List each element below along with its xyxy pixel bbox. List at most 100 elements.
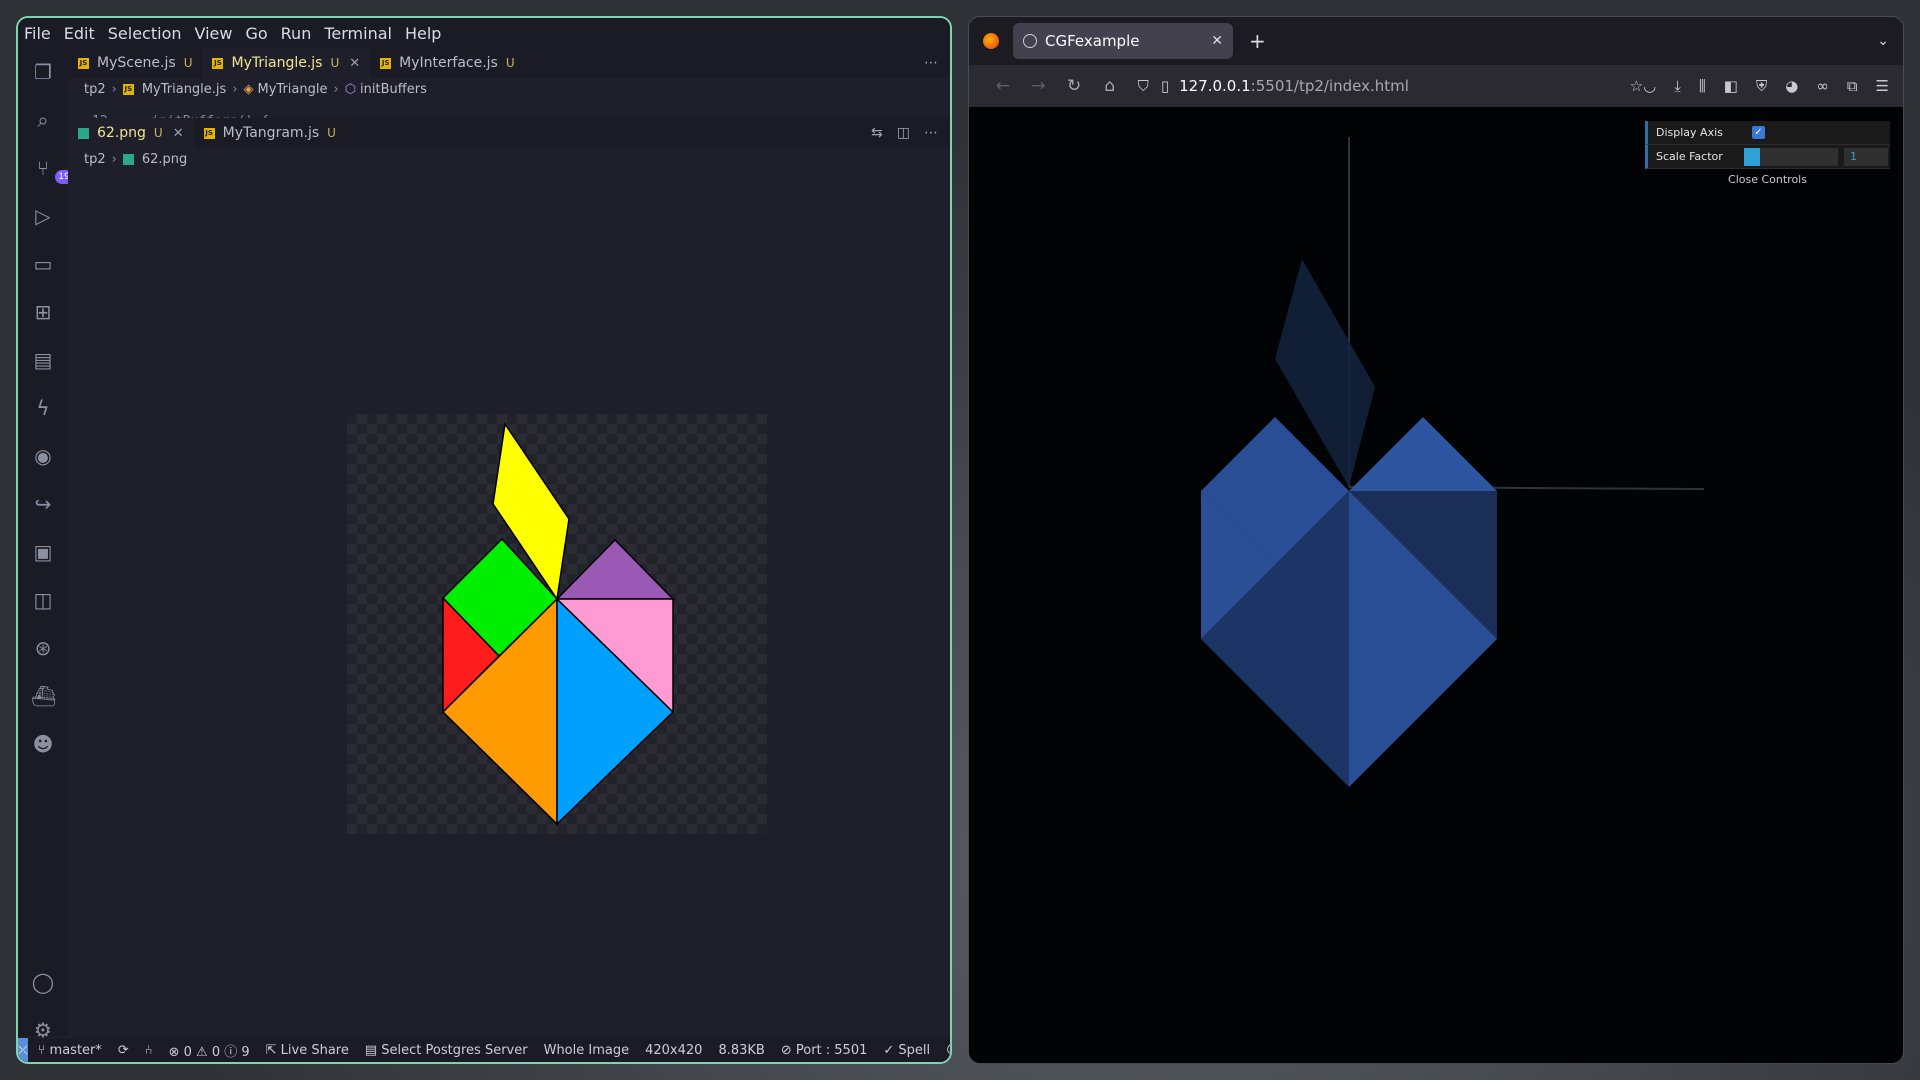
problems-indicator[interactable]: ⊗ 0 ⚠ 0 ⓘ 9 [169,1041,250,1060]
browser-tab-title: CGFexample [1045,32,1140,50]
search-icon[interactable]: ⌕ [31,108,55,132]
close-icon[interactable]: ✕ [173,126,184,141]
url-bar-icons: ☆ [1630,77,1643,95]
top-editor-tabs: JS MyScene.js U JS MyTriangle.js U ✕ JS … [68,48,950,78]
port-status[interactable]: ⊘ Port : 5501 [781,1043,868,1058]
editor-actions: ⇆ ◫ ⋯ [871,125,938,141]
home-icon[interactable]: ⌂ [1092,76,1128,96]
more-actions-icon[interactable]: ⋯ [924,55,938,71]
sync-icon[interactable]: ⟳ [118,1043,129,1058]
menu-help[interactable]: Help [405,24,441,43]
breadcrumb-item[interactable]: MyTriangle [258,82,328,97]
tangram-image [441,421,675,826]
forward-arrow-icon[interactable]: → [1021,76,1057,96]
library-icon[interactable]: ⫼ [1699,77,1706,95]
glasses-extension-icon[interactable]: ∞ [1816,77,1829,95]
breadcrumb-item[interactable]: MyTriangle.js [142,82,226,97]
live-share-icon[interactable]: ↪ [31,492,55,516]
postgres-status[interactable]: ▤ Select Postgres Server [365,1043,528,1058]
image-preview [347,414,767,834]
split-editor-icon[interactable]: ◫ [897,125,910,141]
activity-bar: ❐ ⌕ ⑂ 19 ▷ ▭ ⊞ ▤ ϟ ◉ ↪ ▣ ◫ ⊛ ⛴ ☻ ◯ ⚙ [18,48,73,1042]
live-share-status[interactable]: ⇱ Live Share [266,1043,349,1058]
tab-mytriangle[interactable]: JS MyTriangle.js U ✕ [202,48,371,78]
tab-label: MyTangram.js [222,125,320,141]
remote-explorer-icon[interactable]: ▭ [31,252,55,276]
display-axis-label: Display Axis [1656,126,1723,139]
editor-actions: ⋯ [924,55,938,71]
tab-mytangram[interactable]: JS MyTangram.js U [194,118,346,148]
download-icon[interactable]: ⤓ [1674,77,1681,95]
menu-terminal[interactable]: Terminal [324,24,392,43]
vscode-window: File Edit Selection View Go Run Terminal… [16,16,952,1064]
close-icon[interactable]: ✕ [349,56,360,71]
scale-factor-slider[interactable] [1744,147,1838,166]
reload-icon[interactable]: ↻ [1056,76,1092,96]
shield-icon[interactable]: ⛉ [1138,77,1149,95]
feedback-icon[interactable]: ☺ [946,1043,950,1058]
extensions-puzzle-icon[interactable]: ⧉ [1847,77,1858,95]
postgres-label: Select Postgres Server [381,1042,528,1058]
branch-indicator[interactable]: ⑂ master* [38,1043,102,1058]
source-control-icon[interactable]: ⑂ 19 [31,156,73,184]
menu-view[interactable]: View [195,24,233,43]
compare-icon[interactable]: ⇆ [871,125,883,141]
image-file-icon [122,153,134,165]
breadcrumb-item[interactable]: 62.png [142,152,187,167]
explorer-icon[interactable]: ❐ [31,60,55,84]
folder-icon[interactable]: ▤ [31,348,55,372]
git-graph-icon[interactable]: ⊛ [31,636,55,660]
tab-status: U [327,126,336,140]
image-editor-tabs: 62.png U ✕ JS MyTangram.js U ⇆ ◫ ⋯ [68,118,950,148]
git-graph-status-icon[interactable]: ⑃ [145,1043,153,1058]
check-extension-icon[interactable]: ◕ [1785,77,1798,95]
breadcrumb-item[interactable]: tp2 [84,82,106,97]
shape-right-triangle [1349,417,1497,491]
remote-indicator-icon[interactable]: ⤫ [18,1038,28,1062]
back-arrow-icon[interactable]: ← [985,76,1021,96]
api-icon[interactable]: ▣ [31,540,55,564]
run-debug-icon[interactable]: ▷ [31,204,55,228]
tab-status: U [183,56,193,70]
account-icon[interactable]: ◯ [31,970,55,994]
3d-scene [1201,137,1705,787]
zoom-mode[interactable]: Whole Image [544,1043,630,1058]
spell-status[interactable]: ✓ Spell [883,1043,930,1058]
menu-go[interactable]: Go [245,24,267,43]
image-dimensions: 420x420 [645,1042,703,1058]
tab-myinterface[interactable]: JS MyInterface.js U [370,48,524,78]
github-icon[interactable]: ◉ [31,444,55,468]
database-icon[interactable]: ◫ [31,588,55,612]
close-controls-button[interactable]: Close Controls [1645,169,1890,191]
menu-run[interactable]: Run [281,24,312,43]
chevron-right-icon: › [333,81,339,97]
firefox-logo-icon[interactable] [983,33,999,49]
new-tab-button[interactable]: + [1249,29,1266,53]
hamburger-menu-icon[interactable]: ☰ [1876,77,1889,95]
alien-icon[interactable]: ☻ [31,732,55,756]
menu-file[interactable]: File [24,24,51,43]
tab-62-png[interactable]: 62.png U ✕ [68,118,194,148]
display-axis-checkbox[interactable]: ✓ [1752,126,1765,139]
chevron-down-icon[interactable]: ⌄ [1877,33,1889,49]
breadcrumb-item[interactable]: tp2 [84,152,106,167]
breadcrumb-item[interactable]: initBuffers [360,82,427,97]
pocket-icon[interactable]: ◡ [1643,77,1656,95]
scale-factor-input[interactable]: 1 [1844,147,1888,166]
image-file-icon [78,127,89,139]
browser-tab[interactable]: CGFexample ✕ [1013,23,1233,59]
more-actions-icon[interactable]: ⋯ [924,125,938,141]
docker-icon[interactable]: ⛴ [31,684,56,708]
menu-selection[interactable]: Selection [108,24,182,43]
webgl-canvas[interactable]: Display Axis ✓ Scale Factor 1 Close Cont… [969,107,1903,1063]
tab-myscene[interactable]: JS MyScene.js U [68,48,202,78]
url-bar[interactable]: ⛉ ▯ 127.0.0.1:5501/tp2/index.html [1138,70,1534,102]
bookmark-star-icon[interactable]: ☆ [1630,77,1643,95]
globe-icon [1023,34,1037,48]
bitwarden-icon[interactable]: ⛨ [1756,77,1767,95]
close-icon[interactable]: ✕ [1211,33,1223,49]
sidebar-icon[interactable]: ◧ [1724,77,1738,95]
menu-edit[interactable]: Edit [64,24,95,43]
lightning-icon[interactable]: ϟ [31,396,55,420]
extensions-icon[interactable]: ⊞ [31,300,55,324]
